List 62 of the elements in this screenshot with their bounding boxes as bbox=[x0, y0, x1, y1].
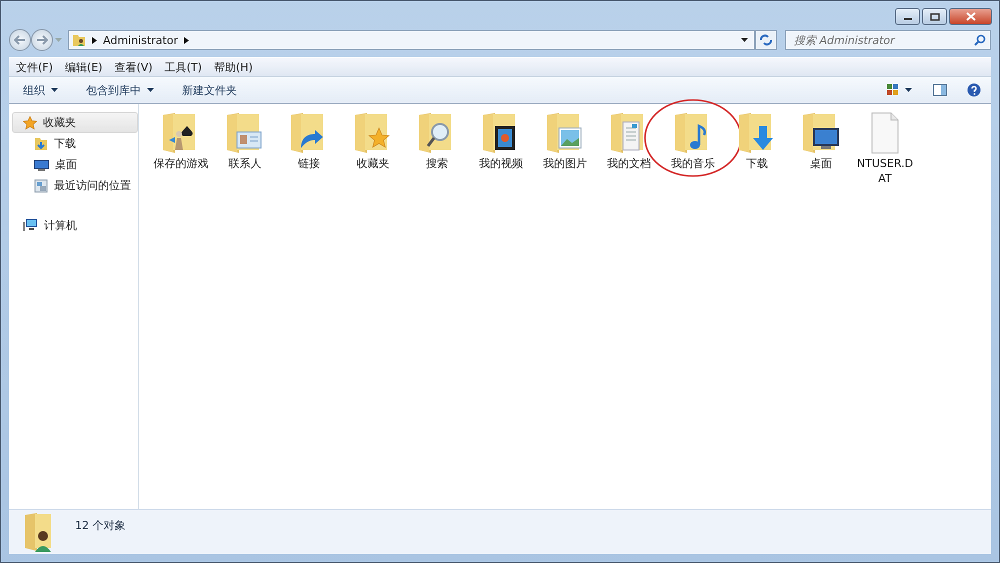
chevron-icon[interactable] bbox=[92, 36, 97, 44]
computer-icon bbox=[23, 219, 38, 232]
menu-item[interactable]: 查看(V) bbox=[114, 60, 153, 74]
file-item[interactable]: 桌面 bbox=[789, 110, 853, 171]
forward-arrow-icon bbox=[36, 35, 48, 45]
maximize-button[interactable] bbox=[922, 8, 947, 25]
breadcrumb[interactable]: Administrator bbox=[103, 34, 178, 46]
view-grid-icon bbox=[887, 84, 913, 96]
sidebar-item[interactable]: 计算机 bbox=[12, 215, 138, 236]
file-item[interactable]: 我的视频 bbox=[469, 110, 533, 171]
file-item[interactable]: 保存的游戏 bbox=[149, 110, 213, 171]
file-name: 桌面 bbox=[809, 156, 833, 171]
file-name: 我的音乐 bbox=[670, 156, 716, 171]
file-item[interactable]: 联系人 bbox=[213, 110, 277, 171]
menu-item[interactable]: 编辑(E) bbox=[64, 60, 102, 74]
search-field[interactable]: 搜索 Administrator bbox=[785, 30, 991, 50]
refresh-icon bbox=[759, 34, 773, 46]
toolbar-button[interactable]: 新建文件夹 bbox=[174, 80, 245, 100]
chevron-icon[interactable] bbox=[184, 36, 189, 44]
toolbar-button[interactable]: 包含到库中 bbox=[78, 80, 162, 100]
file-item[interactable]: 我的文档 bbox=[597, 110, 661, 171]
dropdown-caret-icon[interactable] bbox=[741, 38, 748, 42]
menu-item[interactable]: 文件(F) bbox=[16, 60, 53, 74]
file-name: NTUSER.DAT bbox=[856, 156, 914, 186]
file-name: 我的文档 bbox=[606, 156, 652, 171]
user-folder-icon bbox=[72, 33, 86, 47]
file-name: 链接 bbox=[297, 156, 321, 171]
close-button[interactable] bbox=[949, 8, 992, 25]
preview-pane-icon bbox=[933, 84, 947, 96]
sidebar-item[interactable]: 最近访问的位置 bbox=[12, 175, 138, 196]
refresh-button[interactable] bbox=[755, 30, 777, 50]
file-name: 搜索 bbox=[425, 156, 449, 171]
toolbar-button[interactable]: 组织 bbox=[15, 80, 66, 100]
download-folder-icon bbox=[34, 136, 48, 150]
file-name: 收藏夹 bbox=[356, 156, 390, 171]
search-icon bbox=[974, 34, 986, 46]
file-item[interactable]: 收藏夹 bbox=[341, 110, 405, 171]
maximize-icon bbox=[928, 12, 940, 20]
file-item[interactable]: 我的图片 bbox=[533, 110, 597, 171]
address-bar[interactable]: Administrator bbox=[68, 30, 755, 50]
file-item[interactable]: NTUSER.DAT bbox=[853, 110, 917, 186]
file-item[interactable]: 搜索 bbox=[405, 110, 469, 171]
desktop-icon bbox=[34, 158, 49, 170]
menu-item[interactable]: 工具(T) bbox=[164, 60, 202, 74]
file-name: 联系人 bbox=[228, 156, 262, 171]
file-name: 我的视频 bbox=[478, 156, 524, 171]
file-name: 我的图片 bbox=[542, 156, 588, 171]
recent-places-icon bbox=[34, 178, 48, 192]
file-item[interactable]: 链接 bbox=[277, 110, 341, 171]
file-name: 下载 bbox=[745, 156, 769, 171]
close-icon bbox=[964, 12, 976, 21]
sidebar-item[interactable]: 桌面 bbox=[12, 154, 138, 175]
file-name: 保存的游戏 bbox=[152, 156, 210, 171]
minimize-button[interactable] bbox=[895, 8, 920, 25]
sidebar-item[interactable]: 收藏夹 bbox=[12, 112, 138, 133]
item-count: 12 个对象 bbox=[75, 518, 126, 533]
menu-item[interactable]: 帮助(H) bbox=[214, 60, 253, 74]
back-arrow-icon bbox=[14, 35, 26, 45]
file-item[interactable]: 下载 bbox=[725, 110, 789, 171]
help-icon bbox=[967, 83, 981, 97]
star-icon bbox=[23, 116, 37, 130]
sidebar-item[interactable]: 下载 bbox=[12, 133, 138, 154]
